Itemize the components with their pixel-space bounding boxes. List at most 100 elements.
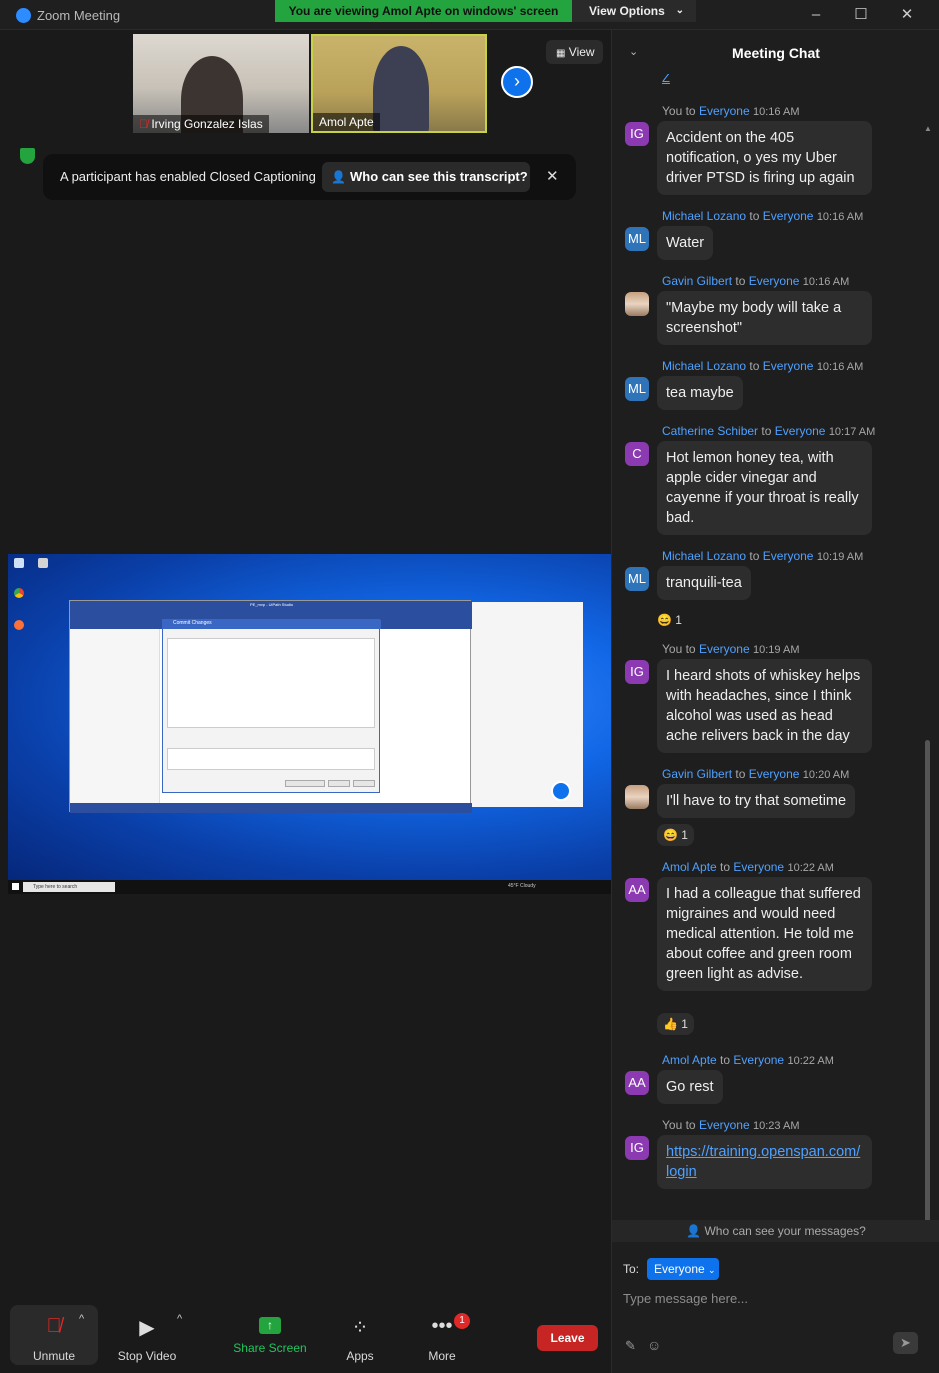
- view-options-button[interactable]: View Options ⌄: [572, 0, 696, 22]
- reaction-badge[interactable]: 😄 1: [657, 609, 682, 631]
- stop-video-button[interactable]: ▶︎ Stop Video: [108, 1305, 186, 1365]
- message-header: Gavin Gilbert to Everyone 10:20 AM: [662, 767, 850, 781]
- message-header: Michael Lozano to Everyone 10:16 AM: [662, 359, 864, 373]
- chevron-down-icon: ⌄: [675, 5, 684, 16]
- view-button[interactable]: ▦ View: [546, 40, 603, 64]
- message-header: Amol Apte to Everyone 10:22 AM: [662, 1053, 834, 1067]
- participant-name: 🎙̸ Irving Gonzalez Islas: [133, 115, 269, 133]
- message-bubble[interactable]: tranquili-tea: [657, 566, 751, 600]
- message-bubble[interactable]: I heard shots of whiskey helps with head…: [657, 659, 872, 753]
- minimize-icon[interactable]: –: [806, 5, 826, 25]
- view-options-label: View Options: [589, 4, 665, 18]
- share-arrow-icon: ↑: [259, 1317, 281, 1334]
- chat-message: Michael Lozano to Everyone 10:16 AM ML t…: [612, 359, 939, 419]
- muted-mic-icon: 🎙̸: [46, 1315, 62, 1337]
- title-bar: Zoom Meeting You are viewing Amol Apte o…: [0, 0, 939, 30]
- windows-start-icon: [12, 883, 19, 890]
- status-bar: [70, 803, 472, 813]
- message-bubble[interactable]: Water: [657, 226, 714, 260]
- grid-icon: ▦: [556, 48, 566, 59]
- avatar: IG: [625, 122, 649, 146]
- security-shield-icon[interactable]: [20, 148, 35, 164]
- chat-message-input[interactable]: [623, 1288, 923, 1308]
- dialog-title: Commit Changes: [163, 620, 381, 629]
- video-options-caret-icon[interactable]: ^: [177, 1313, 182, 1325]
- who-can-see-transcript-button[interactable]: 👤 Who can see this transcript?: [322, 162, 530, 192]
- recycle-bin-icon: [14, 558, 24, 568]
- commit-changes-dialog: Commit Changes: [162, 619, 381, 793]
- shared-screen[interactable]: PE_mvp - UiPath Studio Commit Changes Ty…: [8, 554, 611, 894]
- message-bubble[interactable]: tea maybe: [657, 376, 743, 410]
- message-bubble[interactable]: Go rest: [657, 1070, 723, 1104]
- emoji-icon[interactable]: ☺: [647, 1337, 661, 1353]
- zoom-logo-icon: [16, 8, 31, 23]
- unmute-button[interactable]: 🎙̸ Unmute: [10, 1305, 98, 1365]
- message-bubble[interactable]: I'll have to try that sometime: [657, 784, 856, 818]
- leave-button[interactable]: Leave: [537, 1325, 598, 1351]
- audio-options-caret-icon[interactable]: ^: [79, 1313, 84, 1325]
- who-can-see-messages-link[interactable]: 👤 Who can see your messages?: [612, 1220, 939, 1242]
- caption-notice-text: A participant has enabled Closed Caption…: [60, 169, 316, 184]
- uipath-studio-window: PE_mvp - UiPath Studio Commit Changes: [69, 600, 472, 813]
- participant-video: [373, 46, 429, 131]
- avatar: C: [625, 442, 649, 466]
- chat-message: Michael Lozano to Everyone 10:19 AM ML t…: [612, 549, 939, 629]
- commit-button: [328, 780, 350, 787]
- participant-tile-active-speaker[interactable]: Amol Apte: [311, 34, 487, 133]
- close-icon[interactable]: ✕: [897, 5, 917, 25]
- message-header: You to Everyone 10:16 AM: [662, 104, 800, 118]
- to-label: To:: [623, 1262, 640, 1276]
- avatar: IG: [625, 660, 649, 684]
- message-bubble[interactable]: Accident on the 405 notification, o yes …: [657, 121, 872, 195]
- message-header: You to Everyone 10:19 AM: [662, 642, 800, 656]
- message-bubble[interactable]: "Maybe my body will take a screenshot": [657, 291, 872, 345]
- avatar: IG: [625, 1136, 649, 1160]
- maximize-icon[interactable]: ☐: [851, 5, 871, 25]
- message-header: Michael Lozano to Everyone 10:16 AM: [662, 209, 864, 223]
- taskbar-search: Type here to search: [23, 882, 115, 892]
- chat-title: Meeting Chat: [732, 45, 820, 61]
- video-camera-icon: ▶︎: [139, 1317, 155, 1339]
- people-icon: 👤: [331, 170, 346, 184]
- cancel-button: [353, 780, 375, 787]
- share-screen-button[interactable]: ↑ Share Screen: [228, 1305, 312, 1365]
- format-text-icon[interactable]: ✎: [625, 1338, 636, 1354]
- message-link[interactable]: https://training.openspan.com/login: [666, 1144, 860, 1180]
- avatar: ML: [625, 377, 649, 401]
- chat-message: You to Everyone 10:16 AM IG Accident on …: [612, 104, 939, 195]
- chat-header: ⌄ Meeting Chat: [612, 30, 939, 74]
- commit-message-box: [167, 748, 375, 770]
- notification-badge: 1: [454, 1313, 470, 1329]
- apps-button[interactable]: ⁘ Apps: [330, 1305, 390, 1365]
- avatar: [625, 785, 649, 809]
- participant-name: Amol Apte: [313, 113, 380, 131]
- chat-message: Gavin Gilbert to Everyone 10:20 AM I'll …: [612, 767, 939, 852]
- chat-message-list[interactable]: Z ▲ You to Everyone 10:16 AM IG Accident…: [612, 74, 939, 1220]
- chat-message: Amol Apte to Everyone 10:22 AM AA Go res…: [612, 1053, 939, 1113]
- modified-files-list: [167, 638, 375, 728]
- recipient-dropdown[interactable]: Everyone ⌄: [647, 1258, 719, 1280]
- weather-text: 45°F Cloudy: [508, 883, 536, 889]
- muted-mic-icon: 🎙̸: [139, 117, 152, 131]
- reaction-badge[interactable]: 👍 1: [657, 1013, 694, 1035]
- chat-message: Michael Lozano to Everyone 10:16 AM ML W…: [612, 209, 939, 269]
- next-page-button[interactable]: ›: [501, 66, 533, 98]
- message-bubble: https://training.openspan.com/login: [657, 1135, 872, 1189]
- avatar: AA: [625, 878, 649, 902]
- participant-tile[interactable]: 🎙̸ Irving Gonzalez Islas: [133, 34, 309, 133]
- chevron-down-icon: ⌄: [708, 1265, 716, 1275]
- windows-taskbar: Type here to search 45°F Cloudy: [8, 880, 611, 894]
- message-bubble[interactable]: I had a colleague that suffered migraine…: [657, 877, 872, 991]
- avatar: ML: [625, 567, 649, 591]
- apps-icon: ⁘: [351, 1317, 369, 1339]
- message-header: You to Everyone 10:23 AM: [662, 1118, 800, 1132]
- browser-window: [471, 602, 583, 807]
- message-bubble[interactable]: Hot lemon honey tea, with apple cider vi…: [657, 441, 872, 535]
- avatar: ML: [625, 227, 649, 251]
- chat-message: You to Everyone 10:19 AM IG I heard shot…: [612, 642, 939, 753]
- message-header: Michael Lozano to Everyone 10:19 AM: [662, 549, 864, 563]
- message-header: Gavin Gilbert to Everyone 10:16 AM: [662, 274, 850, 288]
- reaction-badge[interactable]: 😄 1: [657, 824, 694, 846]
- send-button[interactable]: ➤: [893, 1332, 918, 1354]
- close-banner-icon[interactable]: ✕: [546, 167, 559, 185]
